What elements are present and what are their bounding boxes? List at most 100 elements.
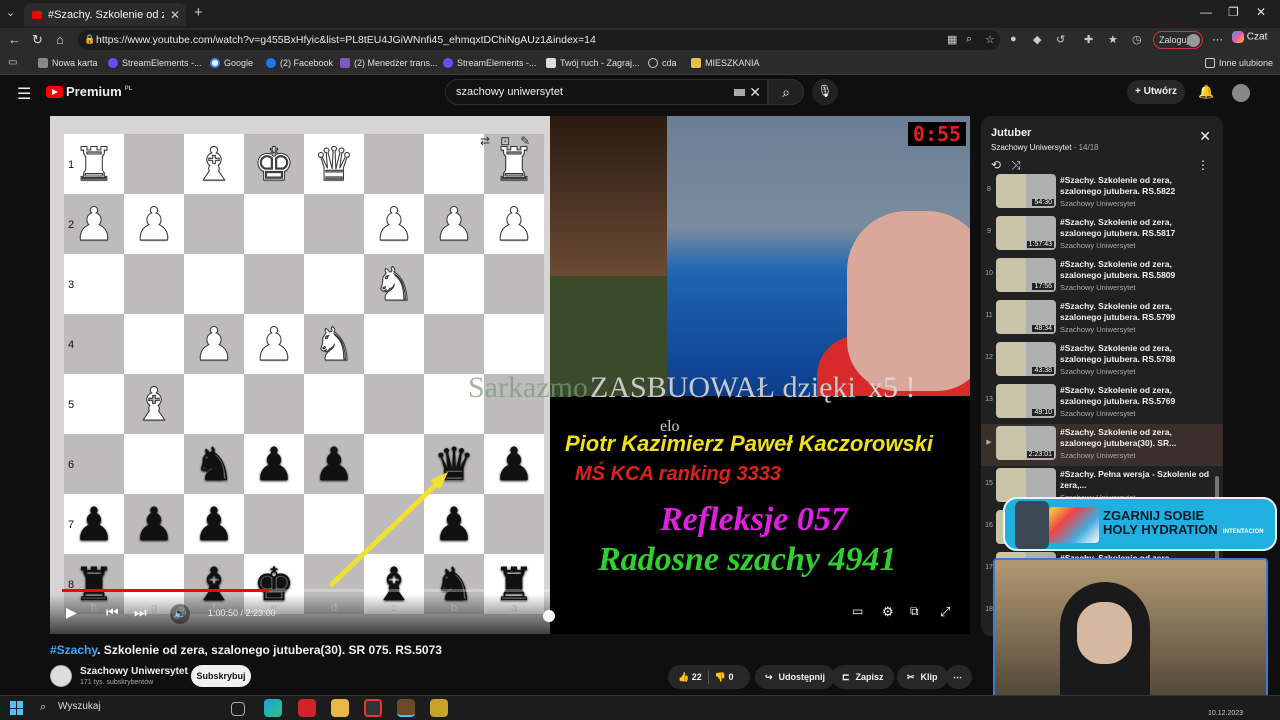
- history-icon[interactable]: ◷: [1132, 33, 1142, 46]
- copilot-button[interactable]: Czat: [1232, 31, 1267, 43]
- shuffle-icon[interactable]: ⤨: [1011, 158, 1021, 173]
- playlist-item[interactable]: 13 49:10 #Szachy. Szkolenie od zera, szalo…: [981, 382, 1223, 424]
- loop-icon[interactable]: ⟲: [991, 158, 1001, 173]
- playlist-item[interactable]: ▶ 2:23:01 #Szachy. Szkolenie od zera, szal…: [981, 424, 1223, 466]
- copilot-icon: [1232, 31, 1244, 43]
- bookmark-label: cda: [662, 58, 677, 68]
- bookmark-menedzer[interactable]: (2) Menedżer trans...: [340, 58, 438, 68]
- streamelements-icon: [108, 58, 118, 68]
- subscribe-button[interactable]: Subskrybuj: [191, 665, 251, 687]
- overlay-x5: x5 !: [868, 371, 916, 404]
- browser-tab[interactable]: #Szachy. Szkolenie od zera, szalon ✕: [24, 3, 186, 26]
- taskbar-search[interactable]: ⌕ Wyszukaj: [34, 699, 218, 717]
- playlist-item[interactable]: 8 54:30 #Szachy. Szkolenie od zera, szalon…: [981, 172, 1223, 214]
- ad-headline-1: ZGARNIJ SOBIE: [1103, 508, 1205, 523]
- bookmark-cda[interactable]: cda: [648, 58, 677, 68]
- progress-scrubber[interactable]: [543, 610, 555, 622]
- zoom-icon[interactable]: ⌕: [966, 33, 972, 46]
- playlist-channel[interactable]: Szachowy Uniwersytet: [991, 143, 1071, 152]
- app-icon[interactable]: [397, 699, 415, 717]
- extension-icon[interactable]: ●: [1010, 33, 1017, 45]
- new-tab-icon[interactable]: +: [194, 4, 203, 21]
- favorite-star-icon[interactable]: ☆: [985, 33, 995, 46]
- search-button[interactable]: ⌕: [768, 79, 804, 105]
- bookmark-facebook[interactable]: (2) Facebook: [266, 58, 333, 68]
- fullscreen-icon[interactable]: ⤢: [940, 604, 950, 620]
- close-window-icon[interactable]: ✕: [1256, 5, 1266, 19]
- playlist-item[interactable]: 9 1:57:43 #Szachy. Szkolenie od zera, szal…: [981, 214, 1223, 256]
- bookmark-streamelements-1[interactable]: StreamElements -...: [108, 58, 202, 68]
- sync-icon[interactable]: ↺: [1056, 33, 1065, 46]
- subtitles-icon[interactable]: ▭: [852, 604, 863, 618]
- search-input[interactable]: szachowy uniwersytet ✕: [445, 79, 768, 105]
- notifications-bell-icon[interactable]: 🔔: [1198, 84, 1214, 100]
- like-dislike-group: 👍 22 👎 0: [668, 665, 750, 689]
- maximize-icon[interactable]: ❐: [1228, 5, 1239, 19]
- bookmark-label: MIESZKANIA: [705, 58, 760, 68]
- edge-icon[interactable]: [264, 699, 282, 717]
- miniplayer-icon[interactable]: ⧉: [910, 604, 919, 619]
- bookmark-new-tab[interactable]: Nowa karta: [38, 58, 98, 68]
- playlist-subtitle: Szachowy Uniwersytet - 14/18: [991, 143, 1099, 152]
- video-player[interactable]: ♜1♝♚♛♜♟2♟♟♟♟3♞4♟♟♞5♝6♞♟♟♛♟♟7♟♟♟♜8hg♝f♚ed…: [50, 116, 970, 634]
- more-actions-button[interactable]: ⋯: [946, 665, 972, 689]
- playlist-item[interactable]: 10 17:56 #Szachy. Szkolenie od zera, szalo…: [981, 256, 1223, 298]
- url-field[interactable]: 🔒 https://www.youtube.com/watch?v=g455Bx…: [78, 30, 1000, 50]
- obs-icon[interactable]: [364, 699, 382, 717]
- volume-icon[interactable]: 🔊: [170, 604, 190, 624]
- share-label: Udostępnij: [778, 672, 826, 682]
- file-explorer-icon[interactable]: [331, 699, 349, 717]
- home-icon[interactable]: ⌂: [56, 32, 64, 47]
- task-view-icon[interactable]: [231, 702, 245, 716]
- create-button[interactable]: + Utwórz: [1127, 80, 1185, 104]
- login-button[interactable]: Zaloguj: [1153, 31, 1203, 49]
- back-icon[interactable]: ←: [8, 32, 21, 47]
- previous-icon[interactable]: ⏮: [106, 604, 119, 621]
- more-options-icon[interactable]: ⋯: [1212, 33, 1223, 46]
- youtube-logo[interactable]: Premium PL: [46, 84, 132, 99]
- shield-icon[interactable]: ◆: [1033, 33, 1041, 46]
- app2-icon[interactable]: [430, 699, 448, 717]
- save-button[interactable]: ⊏ Zapisz: [832, 665, 894, 689]
- other-bookmarks[interactable]: Inne ulubione: [1205, 58, 1273, 68]
- thumbs-up-icon: 👍: [678, 671, 692, 682]
- tab-list-icon[interactable]: ⌄: [6, 6, 15, 19]
- hashtag-link[interactable]: #Szachy: [50, 643, 97, 657]
- bookmark-google[interactable]: Google: [210, 58, 253, 68]
- clear-search-icon[interactable]: ✕: [749, 84, 761, 101]
- favorites-icon[interactable]: ★: [1108, 33, 1118, 46]
- settings-gear-icon[interactable]: ⚙: [882, 604, 894, 620]
- playlist-item[interactable]: 12 43:38 #Szachy. Szkolenie od zera, szalo…: [981, 340, 1223, 382]
- close-playlist-icon[interactable]: ✕: [1199, 128, 1211, 145]
- hamburger-menu-icon[interactable]: ☰: [17, 84, 31, 104]
- channel-avatar[interactable]: [50, 665, 72, 687]
- opera-icon[interactable]: [298, 699, 316, 717]
- minimize-icon[interactable]: —: [1200, 5, 1212, 19]
- collections-icon[interactable]: ▭: [8, 57, 17, 68]
- bookmark-chess[interactable]: Twój ruch - Zagraj...: [546, 58, 640, 68]
- channel-name[interactable]: Szachowy Uniwersytet: [80, 666, 188, 677]
- playlist-title[interactable]: Jutuber: [991, 127, 1031, 139]
- puzzle-icon[interactable]: ✚: [1084, 33, 1093, 46]
- share-button[interactable]: ↪ Udostępnij: [755, 665, 836, 689]
- windows-start-icon[interactable]: [10, 701, 24, 715]
- app-icon[interactable]: ▦: [947, 33, 957, 46]
- next-icon[interactable]: ⏭: [134, 604, 147, 621]
- refresh-icon[interactable]: ↻: [32, 32, 43, 48]
- clip-button[interactable]: ✂ Klip: [897, 665, 948, 689]
- playlist-controls: ⟲ ⤨: [991, 158, 1021, 173]
- bookmark-label: StreamElements -...: [457, 58, 537, 68]
- account-avatar[interactable]: [1232, 84, 1250, 102]
- close-tab-icon[interactable]: ✕: [170, 8, 186, 22]
- bookmark-mieszkania[interactable]: MIESZKANIA: [691, 58, 760, 68]
- bookmark-streamelements-2[interactable]: StreamElements -...: [443, 58, 537, 68]
- playlist-more-icon[interactable]: ⋮: [1197, 158, 1209, 172]
- progress-bar[interactable]: [62, 589, 550, 592]
- dislike-button[interactable]: 👎 0: [715, 672, 734, 683]
- keyboard-icon[interactable]: [734, 89, 745, 96]
- bookmark-label: StreamElements -...: [122, 58, 202, 68]
- playlist-item[interactable]: 11 48:34 #Szachy. Szkolenie od zera, szalo…: [981, 298, 1223, 340]
- play-icon[interactable]: ▶: [66, 604, 77, 621]
- voice-search-button[interactable]: 🎙: [812, 79, 838, 105]
- like-button[interactable]: 👍 22: [678, 672, 702, 683]
